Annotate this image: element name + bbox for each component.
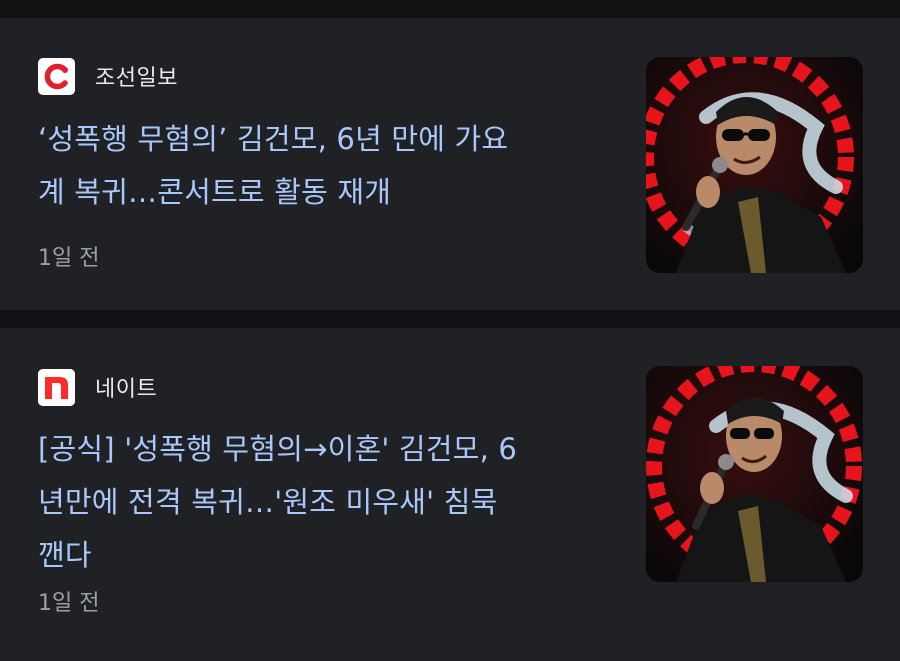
singer-concert-photo [646, 366, 863, 582]
publish-time: 1일 전 [38, 246, 100, 271]
publish-time: 1일 전 [38, 591, 100, 616]
news-card[interactable]: 조선일보 ‘성폭행 무혐의’ 김건모, 6년 만에 가요 계 복귀…콘서트로 활… [0, 18, 900, 310]
article-thumbnail[interactable] [646, 366, 863, 582]
source-name: 조선일보 [95, 66, 178, 91]
headline-line: [공식] '성폭행 무혐의→이혼' 김건모, 6 [38, 432, 518, 466]
source-name: 네이트 [95, 377, 158, 402]
chosun-c-logo-icon [38, 57, 75, 95]
headline-line: 깬다 [38, 538, 92, 572]
news-card[interactable]: 네이트 [공식] '성폭행 무혐의→이혼' 김건모, 6 년만에 전격 복귀…'… [0, 328, 900, 661]
news-source[interactable]: 조선일보 [38, 57, 178, 95]
article-thumbnail[interactable] [646, 57, 863, 273]
headline-line: 년만에 전격 복귀…'원조 미우새' 침묵 [38, 485, 498, 519]
headline-line: 계 복귀…콘서트로 활동 재개 [38, 175, 392, 209]
singer-concert-photo [646, 57, 863, 273]
news-source[interactable]: 네이트 [38, 368, 157, 406]
nate-n-logo-icon [38, 368, 75, 406]
article-headline[interactable]: [공식] '성폭행 무혐의→이혼' 김건모, 6 년만에 전격 복귀…'원조 미… [38, 423, 618, 582]
article-headline[interactable]: ‘성폭행 무혐의’ 김건모, 6년 만에 가요 계 복귀…콘서트로 활동 재개 [38, 113, 618, 219]
news-feed: 조선일보 ‘성폭행 무혐의’ 김건모, 6년 만에 가요 계 복귀…콘서트로 활… [0, 0, 900, 661]
headline-line: ‘성폭행 무혐의’ 김건모, 6년 만에 가요 [38, 122, 509, 156]
